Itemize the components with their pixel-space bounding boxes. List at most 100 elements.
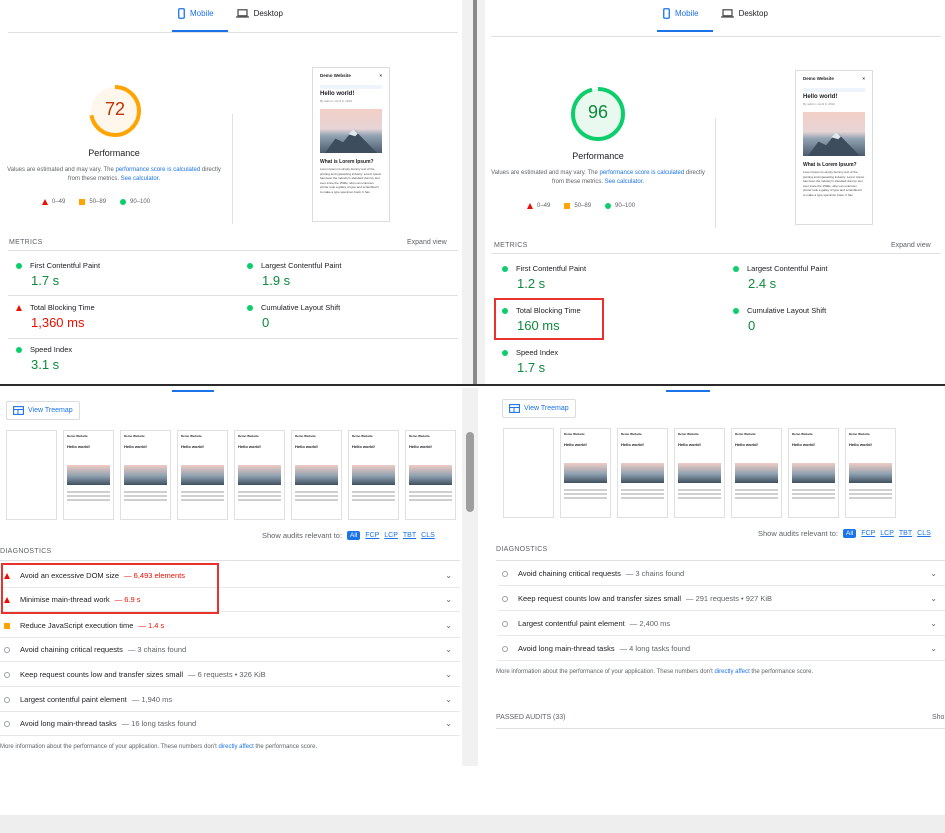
audit-title: Avoid long main-thread tasks — [518, 644, 615, 653]
metric-lcp: Largest Contentful Paint 2.4 s — [733, 264, 827, 291]
view-treemap-button[interactable]: View Treemap — [502, 399, 576, 418]
average-square-icon — [4, 622, 10, 629]
pass-circle-icon — [502, 349, 508, 356]
filter-all[interactable]: All — [843, 529, 857, 538]
performance-label: Performance — [88, 148, 140, 158]
show-passed-toggle[interactable]: Sho — [932, 714, 944, 721]
preview-subheading: What is Lorem Ipsum? — [803, 162, 857, 168]
audit-title: Keep request counts low and transfer siz… — [20, 670, 183, 679]
laptop-icon — [235, 9, 249, 18]
audit-detail: — 1,940 ms — [131, 695, 173, 704]
score-calculated-link[interactable]: performance score is calculated — [116, 167, 201, 173]
tab-mobile[interactable]: Mobile — [178, 8, 214, 19]
divider — [8, 250, 458, 251]
audit-title: Avoid chaining critical requests — [20, 645, 123, 654]
metric-value: 160 ms — [517, 318, 560, 333]
info-circle-icon — [502, 570, 508, 577]
metrics-heading: METRICS — [9, 239, 43, 246]
audit-detail: — 2,400 ms — [629, 619, 671, 628]
preview-header: Demo Website × — [320, 73, 382, 78]
pass-circle-icon — [502, 307, 508, 314]
metric-name: Cumulative Layout Shift — [747, 306, 827, 315]
passed-audits-heading[interactable]: PASSED AUDITS (33) — [496, 714, 566, 721]
metric-tbt: Total Blocking Time 160 ms — [502, 306, 581, 333]
info-circle-icon — [502, 645, 508, 652]
fail-triangle-icon — [42, 199, 48, 205]
close-icon: × — [379, 73, 382, 78]
audit-row[interactable]: Largest contentful paint element — 1,940… — [0, 688, 460, 712]
expand-view-toggle[interactable]: Expand view — [407, 239, 447, 246]
legend-fail: 0–49 — [537, 203, 551, 209]
filmstrip-frame: Demo Website Hello world! — [560, 428, 611, 518]
laptop-icon — [720, 9, 734, 18]
divider — [715, 118, 716, 228]
audit-row[interactable]: Avoid long main-thread tasks — 4 long ta… — [498, 637, 945, 661]
preview-subheading: What is Lorem Ipsum? — [320, 159, 374, 165]
audit-detail: — 1.4 s — [138, 621, 165, 630]
directly-affect-link[interactable]: directly affect — [715, 669, 750, 675]
audit-row[interactable]: Avoid chaining critical requests — 3 cha… — [498, 562, 945, 586]
pass-circle-icon — [605, 203, 612, 209]
chevron-down-icon: ⌄ — [930, 644, 937, 653]
audit-row[interactable]: Reduce JavaScript execution time — 1.4 s… — [0, 614, 460, 638]
filter-cls[interactable]: CLS — [917, 530, 931, 537]
scrollbar-thumb[interactable] — [466, 432, 474, 512]
filmstrip-frame: Demo Website Hello world! — [234, 430, 285, 520]
metrics-heading: METRICS — [494, 242, 528, 249]
filter-fcp[interactable]: FCP — [365, 532, 379, 539]
tab-mobile[interactable]: Mobile — [663, 8, 699, 19]
diagnostics-heading: DIAGNOSTICS — [496, 546, 548, 553]
filter-lcp[interactable]: LCP — [384, 532, 398, 539]
preview-meta: By admin • April 9, 2024 — [803, 102, 835, 106]
device-tabs: Mobile Desktop — [178, 8, 283, 19]
tab-desktop-label: Desktop — [253, 9, 283, 18]
view-treemap-button[interactable]: View Treemap — [6, 401, 80, 420]
report-before-summary: Mobile Desktop 72 Performance Values are… — [0, 0, 462, 384]
preview-bar — [320, 85, 382, 89]
chevron-down-icon: ⌄ — [930, 594, 937, 603]
audit-detail: — 6 requests • 326 KiB — [188, 670, 266, 679]
metric-si: Speed Index 1.7 s — [502, 348, 558, 375]
score-calculated-link[interactable]: performance score is calculated — [600, 170, 685, 176]
audit-filter: Show audits relevant to: All FCP LCP TBT… — [262, 531, 435, 540]
phone-icon — [663, 8, 670, 19]
filmstrip-frame: Demo Website Hello world! — [177, 430, 228, 520]
tab-desktop[interactable]: Desktop — [235, 8, 283, 19]
audit-row[interactable]: Avoid long main-thread tasks — 16 long t… — [0, 712, 460, 736]
filmstrip-frame: Demo Website Hello world! — [731, 428, 782, 518]
info-circle-icon — [502, 595, 508, 602]
audit-row[interactable]: Keep request counts low and transfer siz… — [498, 587, 945, 611]
chevron-down-icon: ⌄ — [930, 569, 937, 578]
audit-filter-label: Show audits relevant to: — [262, 531, 343, 540]
filter-cls[interactable]: CLS — [421, 532, 435, 539]
preview-site-name: Demo Website — [803, 76, 834, 81]
filter-tbt[interactable]: TBT — [899, 530, 912, 537]
pass-circle-icon — [120, 199, 127, 205]
see-calculator-link[interactable]: See calculator. — [121, 176, 160, 182]
tab-desktop[interactable]: Desktop — [720, 8, 768, 19]
metric-name: Speed Index — [516, 348, 559, 357]
filter-tbt[interactable]: TBT — [403, 532, 416, 539]
audit-title: Avoid long main-thread tasks — [20, 719, 117, 728]
directly-affect-link[interactable]: directly affect — [219, 744, 254, 750]
average-square-icon — [79, 199, 86, 205]
tab-active-indicator — [666, 390, 710, 392]
expand-view-toggle[interactable]: Expand view — [891, 242, 931, 249]
filter-lcp[interactable]: LCP — [880, 530, 894, 537]
page-preview: Demo Website × Hello world! By admin • Ap… — [312, 67, 390, 222]
filter-all[interactable]: All — [347, 531, 361, 540]
preview-text: Lorem Ipsum is simply dummy text of the … — [320, 167, 382, 194]
chevron-down-icon: ⌄ — [445, 621, 452, 630]
audit-title: Reduce JavaScript execution time — [20, 621, 134, 630]
audit-row[interactable]: Largest contentful paint element — 2,400… — [498, 612, 945, 636]
see-calculator-link[interactable]: See calculator. — [605, 179, 644, 185]
audit-row[interactable]: Avoid chaining critical requests — 3 cha… — [0, 638, 460, 662]
divider — [232, 114, 233, 224]
legend-average: 50–89 — [574, 203, 592, 209]
report-before-diagnostics: View Treemap Demo Website Hello world! De… — [0, 388, 462, 766]
audit-row[interactable]: Keep request counts low and transfer siz… — [0, 663, 460, 687]
audit-filter: Show audits relevant to: All FCP LCP TBT… — [758, 529, 931, 538]
divider — [8, 32, 458, 33]
mountain-image — [320, 109, 382, 153]
filter-fcp[interactable]: FCP — [861, 530, 875, 537]
